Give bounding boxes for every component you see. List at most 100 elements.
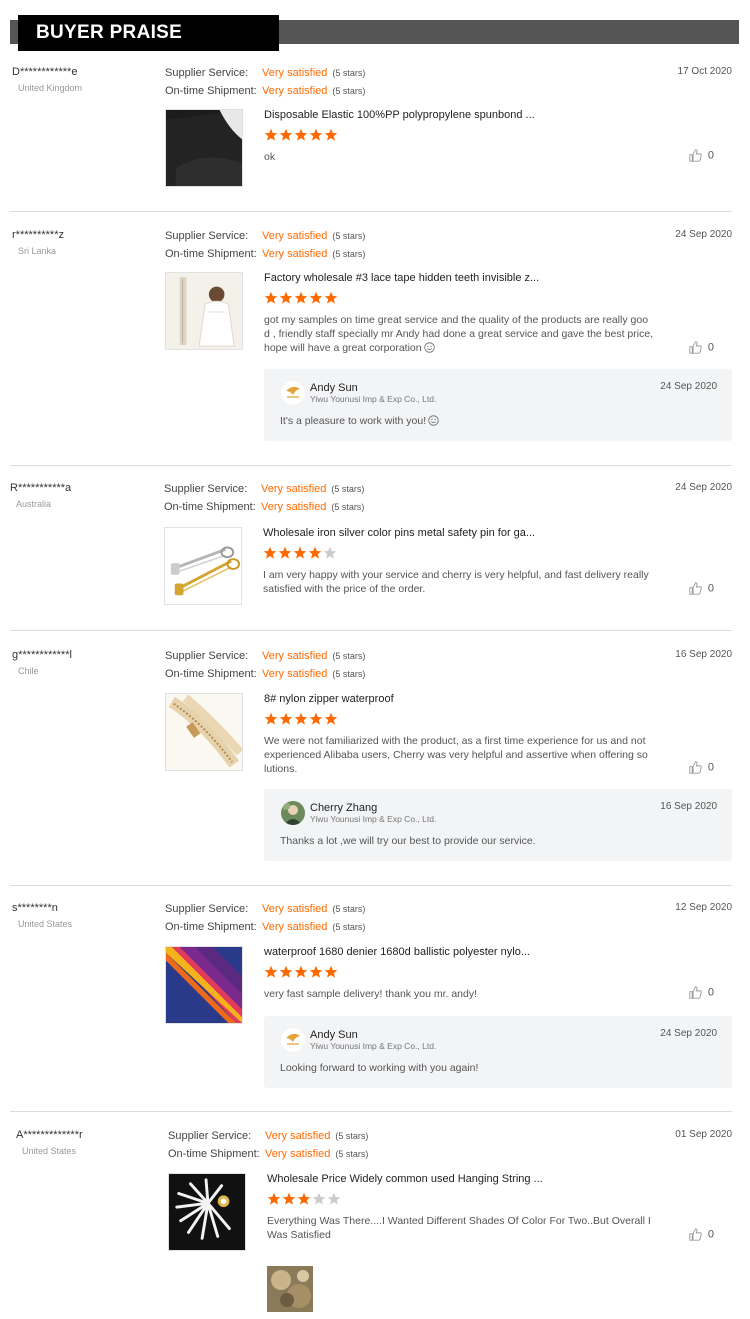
rating-stars: [264, 965, 654, 979]
seller-name: Cherry Zhang: [310, 802, 378, 814]
review-date: 12 Sep 2020: [675, 902, 732, 913]
reply-text: It's a pleasure to work with you!: [280, 415, 439, 427]
service-ratings: Supplier Service: Very satisfied (5 stars)…: [165, 902, 365, 938]
review-card: D************e United Kingdom Supplier S…: [10, 58, 732, 212]
reply-date: 24 Sep 2020: [660, 381, 717, 392]
review-date: 01 Sep 2020: [675, 1129, 732, 1140]
seller-company: Yiwu Younusi Imp & Exp Co., Ltd.: [310, 394, 437, 404]
ontime-shipment-value: Very satisfied: [262, 668, 328, 680]
supplier-service-value: Very satisfied: [262, 903, 328, 915]
ontime-shipment-stars: (5 stars): [332, 669, 366, 679]
review-date: 24 Sep 2020: [675, 229, 732, 240]
star-icon: [309, 128, 323, 141]
star-icon: [294, 128, 308, 141]
review-card: g************l Chile Supplier Service: Ve…: [10, 641, 732, 886]
star-icon: [324, 712, 338, 725]
smile-icon: [423, 342, 435, 353]
ontime-shipment-value: Very satisfied: [262, 248, 328, 260]
review-comment: very fast sample delivery! thank you mr.…: [264, 988, 478, 1000]
review-date: 16 Sep 2020: [675, 649, 732, 660]
review-card: r**********z Sri Lanka Supplier Service:…: [10, 221, 732, 466]
product-thumbnail[interactable]: [165, 272, 243, 350]
ontime-shipment-label: On-time Shipment:: [165, 921, 257, 933]
like-button[interactable]: 0: [689, 1228, 714, 1241]
seller-company: Yiwu Younusi Imp & Exp Co., Ltd.: [310, 1041, 437, 1051]
star-icon: [327, 1192, 341, 1205]
product-title[interactable]: Wholesale iron silver color pins metal s…: [263, 527, 653, 539]
thumbs-up-icon: [689, 1228, 702, 1241]
seller-reply: Cherry Zhang Yiwu Younusi Imp & Exp Co.,…: [264, 789, 732, 861]
reviewer-name: s********n: [12, 902, 58, 914]
review-photo[interactable]: [267, 1266, 313, 1312]
seller-company: Yiwu Younusi Imp & Exp Co., Ltd.: [310, 814, 437, 824]
ontime-shipment-label: On-time Shipment:: [165, 248, 257, 260]
like-count: 0: [707, 582, 714, 595]
reviewer-info: D************e United Kingdom: [12, 66, 82, 93]
like-button[interactable]: 0: [689, 986, 714, 999]
product-title[interactable]: Factory wholesale #3 lace tape hidden te…: [264, 272, 654, 284]
star-icon: [279, 712, 293, 725]
rating-stars: [264, 712, 654, 726]
thumbs-up-icon: [689, 986, 702, 999]
star-icon: [267, 1192, 281, 1205]
supplier-service-label: Supplier Service:: [165, 903, 249, 915]
like-button[interactable]: 0: [689, 761, 714, 774]
comment-line: Everything Was There....I Wanted Differe…: [267, 1215, 651, 1227]
product-title[interactable]: waterproof 1680 denier 1680d ballistic p…: [264, 946, 654, 958]
star-icon: [279, 128, 293, 141]
reviewer-info: r**********z Sri Lanka: [12, 229, 64, 256]
service-ratings: Supplier Service: Very satisfied (5 stars)…: [165, 66, 365, 102]
like-count: 0: [707, 1228, 714, 1241]
review-comment: I am very happy with your service and ch…: [263, 568, 653, 596]
star-icon: [324, 965, 338, 978]
reply-date: 24 Sep 2020: [660, 1028, 717, 1039]
product-thumbnail[interactable]: [165, 109, 243, 187]
reply-date: 16 Sep 2020: [660, 801, 717, 812]
comment-line: hope will have a great corporation: [264, 342, 422, 354]
like-button[interactable]: 0: [689, 149, 714, 162]
supplier-service-label: Supplier Service:: [168, 1130, 252, 1142]
product-thumbnail[interactable]: [165, 693, 243, 771]
reviewer-name: g************l: [12, 649, 72, 661]
review-comment: Everything Was There....I Wanted Differe…: [267, 1214, 657, 1242]
seller-avatar: [281, 381, 305, 405]
review-card: s********n United States Supplier Servic…: [10, 894, 732, 1112]
reviewer-info: g************l Chile: [12, 649, 72, 676]
reply-text-content: It's a pleasure to work with you!: [280, 415, 427, 427]
comment-line: satisfied with the price of the order.: [263, 583, 426, 595]
service-ratings: Supplier Service: Very satisfied (5 stars)…: [165, 229, 365, 265]
reviewer-country: Australia: [16, 499, 52, 509]
reviewer-info: R***********a Australia: [10, 482, 71, 509]
rating-stars: [264, 128, 654, 142]
ontime-shipment-label: On-time Shipment:: [164, 501, 256, 513]
reviewer-country: Chile: [18, 666, 39, 676]
product-thumbnail[interactable]: [164, 527, 242, 605]
thumbs-up-icon: [689, 761, 702, 774]
star-icon: [312, 1192, 326, 1205]
reviewer-name: A*************r: [16, 1129, 83, 1141]
reviewer-info: s********n United States: [12, 902, 72, 929]
star-icon: [309, 712, 323, 725]
like-button[interactable]: 0: [689, 582, 714, 595]
product-title[interactable]: Wholesale Price Widely common used Hangi…: [267, 1173, 657, 1185]
star-icon: [324, 291, 338, 304]
ontime-shipment-stars: (5 stars): [335, 1149, 369, 1159]
like-count: 0: [707, 761, 714, 774]
review-comment: got my samples on time great service and…: [264, 313, 654, 355]
star-icon: [323, 546, 337, 559]
supplier-service-stars: (5 stars): [332, 68, 366, 78]
product-title[interactable]: Disposable Elastic 100%PP polypropylene …: [264, 109, 654, 121]
ontime-shipment-value: Very satisfied: [262, 921, 328, 933]
comment-line: Was Satisfied: [267, 1229, 331, 1241]
product-title[interactable]: 8# nylon zipper waterproof: [264, 693, 654, 705]
star-icon: [264, 965, 278, 978]
seller-reply: Andy Sun Yiwu Younusi Imp & Exp Co., Ltd…: [264, 369, 732, 441]
star-icon: [309, 291, 323, 304]
product-thumbnail[interactable]: [168, 1173, 246, 1251]
star-icon: [278, 546, 292, 559]
supplier-service-value: Very satisfied: [262, 67, 328, 79]
like-button[interactable]: 0: [689, 341, 714, 354]
star-icon: [294, 712, 308, 725]
thumbs-up-icon: [689, 149, 702, 162]
product-thumbnail[interactable]: [165, 946, 243, 1024]
